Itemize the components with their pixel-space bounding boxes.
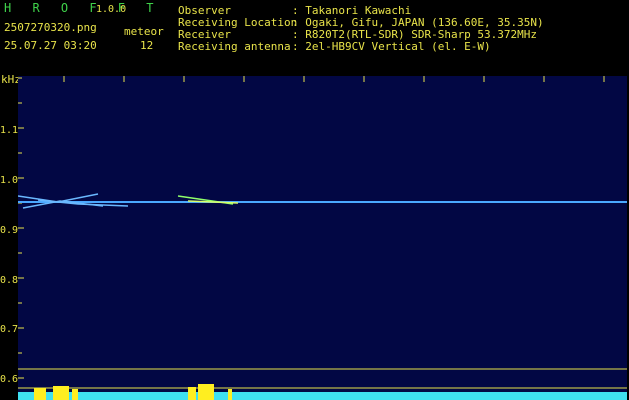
y-tick-0-7: 0.7 xyxy=(0,324,19,335)
y-tick-1-1: 1.1 xyxy=(0,125,19,136)
y-tick-1-0: 1.0 xyxy=(0,175,19,186)
file-name: 2507270320.png xyxy=(4,21,97,34)
meteor-count-label: meteor xyxy=(124,25,164,38)
date-time: 25.07.27 03:20 xyxy=(4,39,97,52)
y-tick-0-9: 0.9 xyxy=(0,225,19,236)
y-tick-0-8: 0.8 xyxy=(0,275,19,286)
x-tick-marks xyxy=(63,76,605,82)
y-tick-marks xyxy=(18,77,24,379)
spectrogram xyxy=(18,76,627,400)
signal-level-band xyxy=(18,392,627,400)
y-tick-0-6: 0.6 xyxy=(0,374,19,385)
info-antenna-value: : 2el-HB9CV Vertical (el. E-W) xyxy=(292,40,491,53)
app-title: H R O F F T xyxy=(4,1,161,15)
app-version: 1.0.0 xyxy=(96,4,127,15)
meteor-count-value: 12 xyxy=(140,39,154,52)
info-antenna-key: Receiving antenna xyxy=(178,40,291,53)
